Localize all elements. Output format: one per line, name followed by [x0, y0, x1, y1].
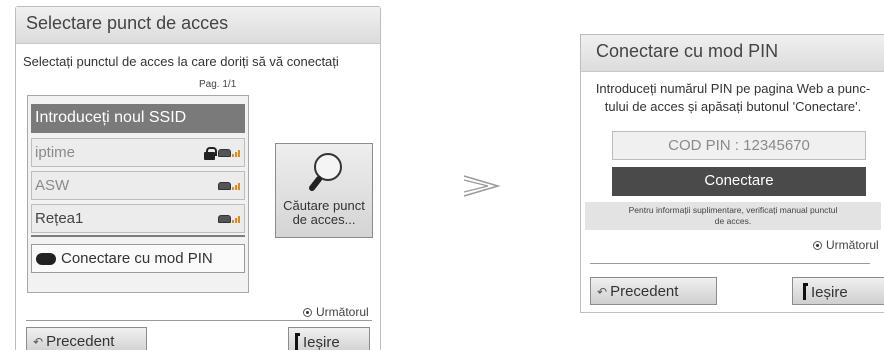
router-signal-icon: [218, 149, 240, 157]
access-point-list: Introduceți noul SSID iptime ASW Rețea1: [27, 95, 249, 293]
lock-icon: [204, 146, 217, 160]
next-label: Următorul: [826, 238, 879, 252]
search-access-point-button[interactable]: Căutare punct de acces...: [275, 143, 373, 238]
next-step-arrow-icon: [463, 175, 501, 197]
exit-icon: [295, 333, 300, 350]
search-label-line2: de acces...: [292, 212, 356, 227]
exit-label: Ieșire: [303, 334, 340, 350]
back-label: Precedent: [46, 333, 115, 350]
back-label: Precedent: [610, 283, 679, 300]
color-key-icon: [36, 253, 56, 265]
next-option[interactable]: Următorul: [813, 238, 879, 252]
back-button[interactable]: ↶ Precedent: [590, 277, 717, 305]
back-button[interactable]: ↶ Precedent: [26, 327, 147, 350]
radio-icon: [303, 308, 312, 317]
search-label-line1: Căutare punct: [283, 198, 365, 213]
pin-code-display: COD PIN : 12345670: [612, 131, 866, 160]
info-line: Pentru informații suplimentare, verifica…: [628, 205, 838, 215]
access-point-name: iptime: [35, 144, 76, 161]
pin-instructions: Introduceți numărul PIN pe pagina Web a …: [585, 80, 881, 116]
magnifier-icon: [309, 153, 342, 191]
select-access-point-dialog: Selectare punct de acces Selectați punct…: [15, 6, 381, 350]
next-option[interactable]: Următorul: [303, 305, 369, 319]
exit-label: Ieșire: [811, 284, 848, 301]
info-line: de acces.: [714, 216, 752, 226]
router-signal-icon: [218, 182, 240, 190]
access-point-item[interactable]: iptime: [31, 138, 245, 167]
exit-button[interactable]: Ieșire: [792, 277, 884, 305]
divider: [26, 320, 372, 321]
pin-mode-button[interactable]: Conectare cu mod PIN: [31, 244, 245, 273]
info-note: Pentru informații suplimentare, verifica…: [585, 202, 881, 230]
instruction-text: Selectați punctul de acces la care doriț…: [23, 54, 339, 69]
next-label: Următorul: [316, 305, 369, 319]
dialog-title: Selectare punct de acces: [16, 7, 380, 44]
pin-mode-label: Conectare cu mod PIN: [61, 250, 213, 267]
back-icon: ↶: [597, 285, 608, 299]
instruction-line: Introduceți numărul PIN pe pagina Web a …: [595, 81, 871, 96]
back-icon: ↶: [33, 335, 44, 349]
access-point-name: ASW: [35, 177, 70, 194]
radio-icon: [813, 241, 822, 250]
instruction-line: tului de acces și apăsați butonul 'Conec…: [604, 99, 862, 114]
access-point-item[interactable]: Rețea1: [31, 204, 245, 233]
divider: [590, 263, 870, 264]
pin-connection-dialog: Conectare cu mod PIN Introduceți numărul…: [580, 34, 884, 313]
page-indicator: Pag. 1/1: [199, 79, 237, 90]
access-point-item[interactable]: ASW: [31, 171, 245, 200]
new-ssid-item[interactable]: Introduceți noul SSID: [31, 104, 245, 133]
dialog-title: Conectare cu mod PIN: [581, 35, 884, 72]
router-signal-icon: [218, 215, 240, 223]
access-point-name: Rețea1: [35, 210, 84, 227]
exit-button[interactable]: Ieșire: [288, 327, 370, 350]
connect-button[interactable]: Conectare: [612, 167, 866, 196]
divider: [31, 235, 245, 237]
exit-icon: [803, 283, 808, 300]
